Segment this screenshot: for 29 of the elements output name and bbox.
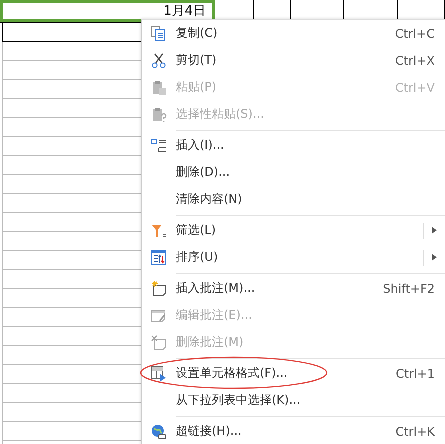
menu-item[interactable]: 排序(U) bbox=[142, 244, 445, 271]
menu-item[interactable]: 清除内容(N) bbox=[142, 186, 445, 213]
shortcut-text: Ctrl+K bbox=[396, 424, 435, 438]
copy-icon bbox=[151, 26, 167, 42]
menu-item[interactable]: 剪切(T) Ctrl+X bbox=[142, 47, 445, 74]
insert-cells-icon bbox=[151, 138, 167, 154]
globe-link-icon bbox=[151, 424, 167, 440]
new-comment-icon bbox=[151, 280, 167, 296]
menu-item[interactable]: 插入(I)... bbox=[142, 132, 445, 159]
shortcut-text: Ctrl+V bbox=[395, 80, 435, 94]
clipboard-question-icon bbox=[151, 106, 167, 122]
cell-format-icon bbox=[151, 366, 167, 382]
menu-item[interactable]: 复制(C) Ctrl+C bbox=[142, 20, 445, 47]
menu-item[interactable]: 筛选(L) bbox=[142, 217, 445, 244]
menu-item[interactable]: 超链接(H)... Ctrl+K bbox=[142, 418, 445, 444]
shortcut-text: Ctrl+1 bbox=[396, 366, 435, 380]
edit-comment-icon bbox=[151, 308, 167, 324]
clipboard-icon bbox=[151, 80, 167, 96]
menu-item[interactable]: 删除(D)... bbox=[142, 159, 445, 186]
scissors-icon bbox=[151, 52, 167, 68]
shortcut-text: Ctrl+X bbox=[395, 54, 435, 68]
shortcut-text: Ctrl+C bbox=[395, 26, 435, 40]
menu-item[interactable]: 插入批注(M)... Shift+F2 bbox=[142, 275, 445, 302]
menu-item[interactable]: 设置单元格格式(F)... Ctrl+1 bbox=[142, 360, 445, 387]
menu-item[interactable]: 从下拉列表中选择(K)... bbox=[142, 387, 445, 414]
sort-icon bbox=[151, 250, 167, 266]
delete-comment-icon bbox=[151, 334, 167, 350]
shortcut-text: Shift+F2 bbox=[383, 282, 435, 296]
filter-icon bbox=[151, 222, 167, 238]
